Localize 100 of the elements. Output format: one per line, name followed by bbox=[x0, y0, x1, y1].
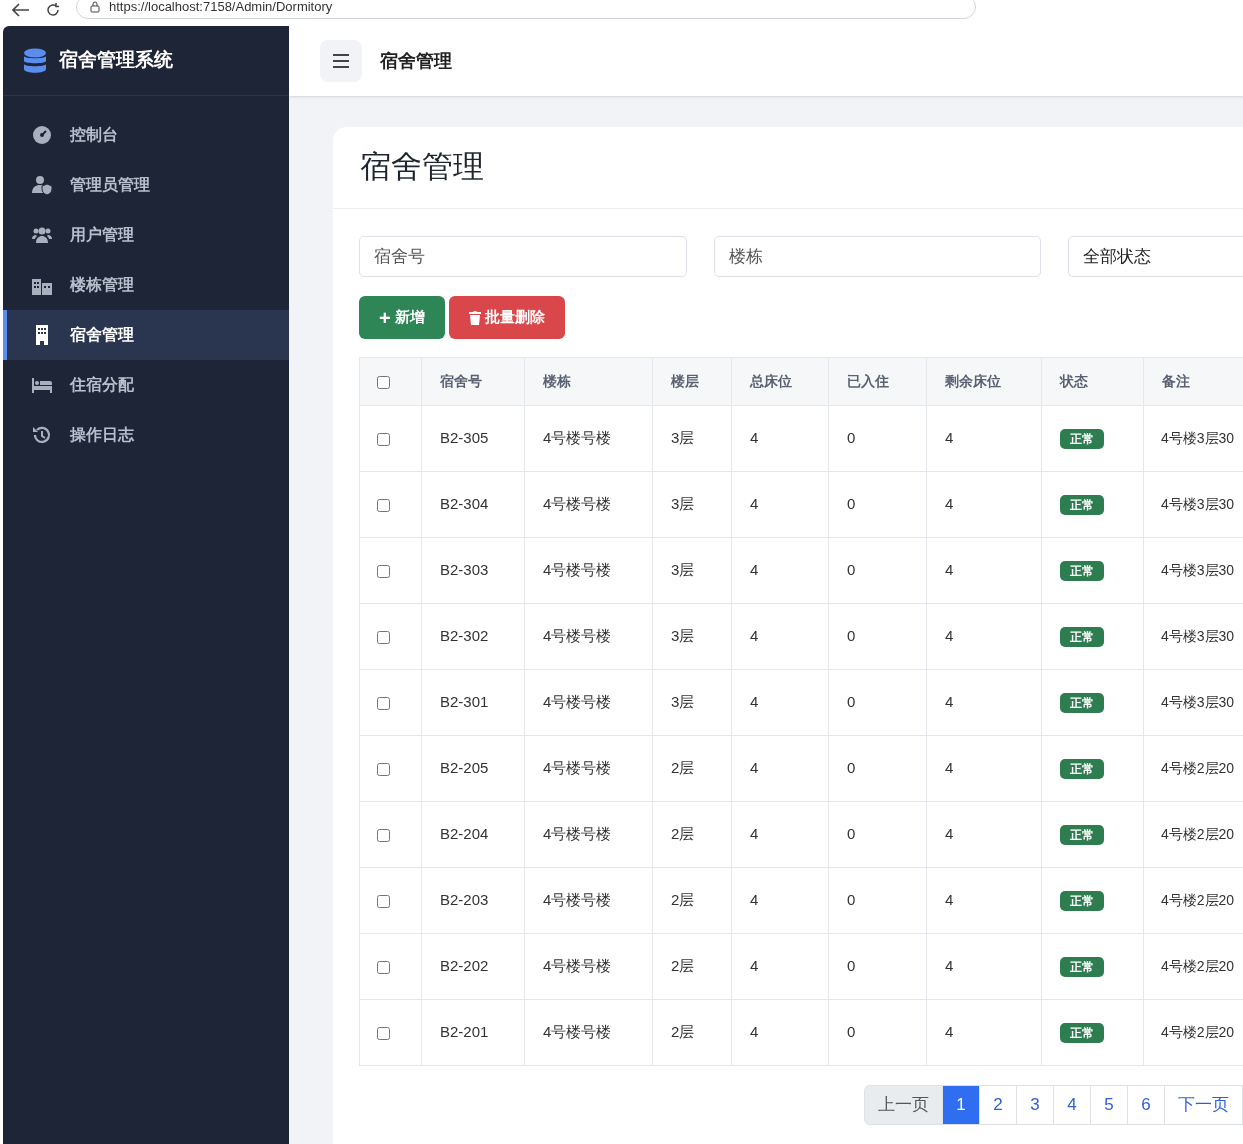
status-badge: 正常 bbox=[1060, 495, 1104, 516]
sidebar-item[interactable]: 控制台 bbox=[3, 110, 289, 160]
table-cell: 2层 bbox=[652, 801, 732, 868]
page-button[interactable]: 5 bbox=[1090, 1085, 1128, 1125]
status-badge: 正常 bbox=[1060, 891, 1104, 912]
status-badge: 正常 bbox=[1060, 627, 1104, 648]
table-cell: 2层 bbox=[652, 999, 732, 1066]
sidebar-item[interactable]: 宿舍管理 bbox=[3, 310, 289, 360]
table-cell: 4 bbox=[731, 735, 829, 802]
table-cell: 3层 bbox=[652, 669, 732, 736]
checkbox[interactable] bbox=[377, 564, 390, 578]
sidebar-item[interactable]: 管理员管理 bbox=[3, 160, 289, 210]
menu-button[interactable] bbox=[320, 40, 362, 82]
table-cell: 4号楼号楼 bbox=[524, 471, 653, 538]
table-cell: B2-201 bbox=[421, 999, 525, 1066]
table-cell: 4 bbox=[926, 867, 1042, 934]
table-cell: 4 bbox=[926, 735, 1042, 802]
table-cell: 4号楼号楼 bbox=[524, 603, 653, 670]
table-cell: 2层 bbox=[652, 933, 732, 1000]
page-button[interactable]: 1 bbox=[942, 1085, 980, 1125]
checkbox[interactable] bbox=[377, 630, 390, 644]
table-cell: 4 bbox=[926, 471, 1042, 538]
table-cell: B2-202 bbox=[421, 933, 525, 1000]
table-cell: 0 bbox=[828, 867, 927, 934]
table-cell: 4 bbox=[731, 933, 829, 1000]
table-cell: 0 bbox=[828, 537, 927, 604]
checkbox[interactable] bbox=[377, 498, 390, 512]
page-title: 宿舍管理 bbox=[360, 148, 484, 187]
checkbox[interactable] bbox=[377, 828, 390, 842]
column-header: 楼栋 bbox=[524, 357, 653, 406]
table-cell: B2-205 bbox=[421, 735, 525, 802]
table-cell: 0 bbox=[828, 603, 927, 670]
status-badge: 正常 bbox=[1060, 759, 1104, 780]
batch-delete-button[interactable]: 批量删除 bbox=[448, 296, 565, 339]
lock-icon bbox=[89, 1, 101, 13]
status-badge: 正常 bbox=[1060, 825, 1104, 846]
status-badge: 正常 bbox=[1060, 693, 1104, 714]
status-badge: 正常 bbox=[1060, 429, 1104, 450]
header-title: 宿舍管理 bbox=[380, 49, 452, 73]
table-cell: 4 bbox=[731, 999, 829, 1066]
table-cell: 0 bbox=[828, 999, 927, 1066]
trash-icon bbox=[468, 310, 481, 325]
users-icon bbox=[32, 225, 52, 245]
table-cell: 4号楼号楼 bbox=[524, 405, 653, 472]
room-search-field[interactable]: 宿舍号 bbox=[359, 236, 687, 277]
sidebar-item[interactable]: 楼栋管理 bbox=[3, 260, 289, 310]
table-cell: 4 bbox=[731, 669, 829, 736]
url-text: https://localhost:7158/Admin/Dormitory bbox=[109, 0, 333, 17]
column-header: 总床位 bbox=[731, 357, 829, 406]
gauge-icon bbox=[32, 125, 52, 145]
app-title: 宿舍管理系统 bbox=[59, 48, 173, 73]
back-icon[interactable] bbox=[12, 3, 30, 17]
table-cell: 0 bbox=[828, 933, 927, 1000]
table-cell: 4 bbox=[926, 537, 1042, 604]
history-icon bbox=[32, 425, 52, 445]
table-cell: 3层 bbox=[652, 405, 732, 472]
reload-icon[interactable] bbox=[46, 3, 60, 17]
column-header: 宿舍号 bbox=[421, 357, 525, 406]
page-button[interactable]: 3 bbox=[1016, 1085, 1054, 1125]
table-cell: 2层 bbox=[652, 867, 732, 934]
add-button[interactable]: + 新增 bbox=[359, 296, 445, 339]
checkbox[interactable] bbox=[377, 762, 390, 776]
checkbox[interactable] bbox=[377, 696, 390, 710]
page-button[interactable]: 4 bbox=[1053, 1085, 1091, 1125]
table-cell: B2-305 bbox=[421, 405, 525, 472]
table-cell: 4 bbox=[926, 405, 1042, 472]
table-cell: 3层 bbox=[652, 537, 732, 604]
table-cell: 4 bbox=[731, 603, 829, 670]
sidebar-item[interactable]: 操作日志 bbox=[3, 410, 289, 460]
checkbox[interactable] bbox=[377, 1026, 390, 1040]
page-button[interactable]: 2 bbox=[979, 1085, 1017, 1125]
table-cell: B2-304 bbox=[421, 471, 525, 538]
status-badge: 正常 bbox=[1060, 957, 1104, 978]
table-cell: 4号楼号楼 bbox=[524, 933, 653, 1000]
sidebar-item[interactable]: 用户管理 bbox=[3, 210, 289, 260]
table-cell: 4 bbox=[926, 669, 1042, 736]
page-button[interactable]: 6 bbox=[1127, 1085, 1165, 1125]
table-cell: 0 bbox=[828, 405, 927, 472]
database-icon bbox=[23, 47, 47, 74]
menu-icon bbox=[333, 54, 349, 68]
table-cell: 0 bbox=[828, 735, 927, 802]
table-cell: 3层 bbox=[652, 471, 732, 538]
table-cell: B2-303 bbox=[421, 537, 525, 604]
checkbox[interactable] bbox=[377, 432, 390, 446]
sidebar-item[interactable]: 住宿分配 bbox=[3, 360, 289, 410]
table-cell: 0 bbox=[828, 801, 927, 868]
table-cell: 4号楼号楼 bbox=[524, 537, 653, 604]
status-badge: 正常 bbox=[1060, 561, 1104, 582]
column-header: 楼层 bbox=[652, 357, 732, 406]
checkbox[interactable] bbox=[377, 375, 390, 389]
table-cell: 4号楼号楼 bbox=[524, 735, 653, 802]
checkbox[interactable] bbox=[377, 960, 390, 974]
building-search-field[interactable]: 楼栋 bbox=[713, 236, 1042, 277]
table-cell: B2-302 bbox=[421, 603, 525, 670]
table-cell: B2-203 bbox=[421, 867, 525, 934]
table-cell: 0 bbox=[828, 669, 927, 736]
next-page-button[interactable]: 下一页 bbox=[1164, 1085, 1243, 1125]
status-select[interactable]: 全部状态 bbox=[1068, 236, 1243, 277]
checkbox[interactable] bbox=[377, 894, 390, 908]
table-cell: B2-204 bbox=[421, 801, 525, 868]
